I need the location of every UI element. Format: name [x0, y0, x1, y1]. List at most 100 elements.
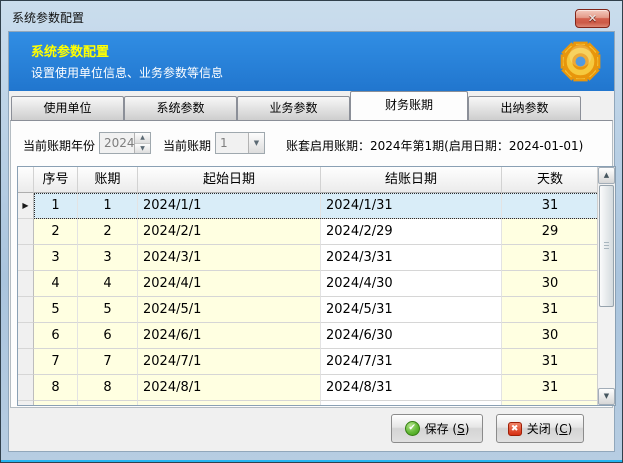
table-header: 序号账期起始日期结账日期天数 — [18, 167, 599, 193]
row-selector-cell[interactable] — [18, 349, 34, 375]
period-cell: 1 — [78, 193, 138, 219]
row-selector-cell[interactable] — [18, 323, 34, 349]
chevron-down-icon: ▼ — [254, 139, 259, 147]
scrollbar-grip-icon — [604, 242, 609, 250]
table-body: ▶112024/1/12024/1/3131222024/2/12024/2/2… — [18, 193, 599, 405]
banner: 系统参数配置 设置使用单位信息、业务参数等信息 — [9, 32, 614, 91]
seq-cell: 4 — [34, 271, 78, 297]
table-row[interactable]: ▶112024/1/12024/1/3131 — [18, 193, 599, 219]
system-parameter-dialog: 系统参数配置 ✕ 系统参数配置 设置使用单位信息、业务参数等信息 — [0, 0, 623, 463]
close-button[interactable]: ✖ 关闭 (C) — [496, 414, 584, 443]
year-spinner-value: 2024 — [100, 133, 134, 153]
seq-cell: 7 — [34, 349, 78, 375]
save-button-label: 保存 (S) — [425, 420, 470, 437]
tab-page-finance-periods: 当前账期年份 2024 ▲ ▼ 当前账期 1 ▼ 账套启用账期：2024年第1期… — [10, 120, 613, 408]
scroll-down-button[interactable]: ▼ — [598, 388, 615, 405]
seq-cell — [34, 401, 78, 405]
period-cell: 8 — [78, 375, 138, 401]
days-cell: 31 — [502, 297, 599, 323]
column-header-2[interactable]: 起始日期 — [138, 167, 321, 193]
end-cell: 2024/3/31 — [321, 245, 502, 271]
window-close-button[interactable]: ✕ — [575, 9, 610, 28]
period-cell: 7 — [78, 349, 138, 375]
start-cell: 2024/7/1 — [138, 349, 321, 375]
period-cell: 6 — [78, 323, 138, 349]
close-button-label: 关闭 (C) — [527, 420, 573, 437]
close-x-icon: ✖ — [508, 422, 522, 436]
tab-bar: 使用单位系统参数业务参数财务账期出纳参数 — [11, 91, 612, 120]
row-selector-cell[interactable] — [18, 375, 34, 401]
period-cell: 2 — [78, 219, 138, 245]
table-row[interactable]: 662024/6/12024/6/3030 — [18, 323, 599, 349]
spinner-up-icon: ▲ — [140, 134, 145, 141]
days-cell: 30 — [502, 323, 599, 349]
end-cell: 2024/6/30 — [321, 323, 502, 349]
days-cell: 31 — [502, 375, 599, 401]
save-button[interactable]: ✔ 保存 (S) — [391, 414, 483, 443]
periods-table: 序号账期起始日期结账日期天数 ▶112024/1/12024/1/3131222… — [17, 166, 616, 406]
table-row[interactable]: 882024/8/12024/8/3131 — [18, 375, 599, 401]
year-spinner-buttons: ▲ ▼ — [134, 133, 150, 153]
spinner-down-button[interactable]: ▼ — [135, 144, 150, 154]
period-dropdown-value: 1 — [216, 133, 248, 153]
start-cell: 2024/3/1 — [138, 245, 321, 271]
tab-4[interactable]: 出纳参数 — [468, 96, 581, 120]
scroll-up-button[interactable]: ▲ — [598, 167, 615, 184]
column-header-1[interactable]: 账期 — [78, 167, 138, 193]
title-bar[interactable]: 系统参数配置 ✕ — [1, 1, 622, 31]
tab-2[interactable]: 业务参数 — [237, 96, 350, 120]
start-cell: 2024/8/1 — [138, 375, 321, 401]
row-selector-cell[interactable] — [18, 297, 34, 323]
dropdown-arrow-button[interactable]: ▼ — [248, 133, 264, 153]
scroll-up-icon: ▲ — [604, 171, 609, 179]
start-cell: 2024/1/1 — [138, 193, 321, 219]
start-cell — [138, 401, 321, 405]
column-header-0[interactable]: 序号 — [34, 167, 78, 193]
period-dropdown[interactable]: 1 ▼ — [215, 132, 265, 154]
current-period-label: 当前账期 — [163, 137, 211, 154]
end-cell — [321, 401, 502, 405]
banner-subtitle: 设置使用单位信息、业务参数等信息 — [31, 64, 223, 81]
seq-cell: 6 — [34, 323, 78, 349]
end-cell: 2024/1/31 — [321, 193, 502, 219]
close-icon: ✕ — [588, 12, 597, 25]
row-selector-header[interactable] — [18, 167, 34, 193]
table-row[interactable]: 552024/5/12024/5/3131 — [18, 297, 599, 323]
days-cell — [502, 401, 599, 405]
year-spinner[interactable]: 2024 ▲ ▼ — [99, 132, 151, 154]
row-selector-cell[interactable] — [18, 245, 34, 271]
period-cell: 4 — [78, 271, 138, 297]
seq-cell: 5 — [34, 297, 78, 323]
table-row[interactable]: 332024/3/12024/3/3131 — [18, 245, 599, 271]
spinner-down-icon: ▼ — [140, 145, 145, 152]
row-pointer-icon[interactable]: ▶ — [18, 193, 34, 219]
period-cell — [78, 401, 138, 405]
column-header-3[interactable]: 结账日期 — [321, 167, 502, 193]
scroll-down-icon: ▼ — [604, 392, 609, 400]
table-row[interactable]: 772024/7/12024/7/3131 — [18, 349, 599, 375]
current-year-label: 当前账期年份 — [23, 137, 95, 154]
row-selector-cell[interactable] — [18, 219, 34, 245]
ledger-start-period-text: 账套启用账期：2024年第1期(启用日期：2024-01-01) — [286, 137, 583, 154]
row-selector-cell[interactable] — [18, 271, 34, 297]
table-scrollbar[interactable]: ▲ ▼ — [597, 167, 615, 405]
days-cell: 31 — [502, 245, 599, 271]
window-title: 系统参数配置 — [12, 9, 84, 26]
end-cell: 2024/4/30 — [321, 271, 502, 297]
column-header-4[interactable]: 天数 — [502, 167, 599, 193]
period-cell: 3 — [78, 245, 138, 271]
scrollbar-thumb[interactable] — [599, 185, 614, 307]
table-row[interactable]: 222024/2/12024/2/2929 — [18, 219, 599, 245]
seq-cell: 3 — [34, 245, 78, 271]
spinner-up-button[interactable]: ▲ — [135, 133, 150, 144]
days-cell: 30 — [502, 271, 599, 297]
tab-1[interactable]: 系统参数 — [124, 96, 237, 120]
seq-cell: 2 — [34, 219, 78, 245]
table-row[interactable]: 442024/4/12024/4/3030 — [18, 271, 599, 297]
start-cell: 2024/4/1 — [138, 271, 321, 297]
tab-3[interactable]: 财务账期 — [350, 91, 468, 120]
start-cell: 2024/6/1 — [138, 323, 321, 349]
save-check-icon: ✔ — [405, 421, 420, 436]
gear-icon — [554, 35, 607, 88]
tab-0[interactable]: 使用单位 — [11, 96, 124, 120]
